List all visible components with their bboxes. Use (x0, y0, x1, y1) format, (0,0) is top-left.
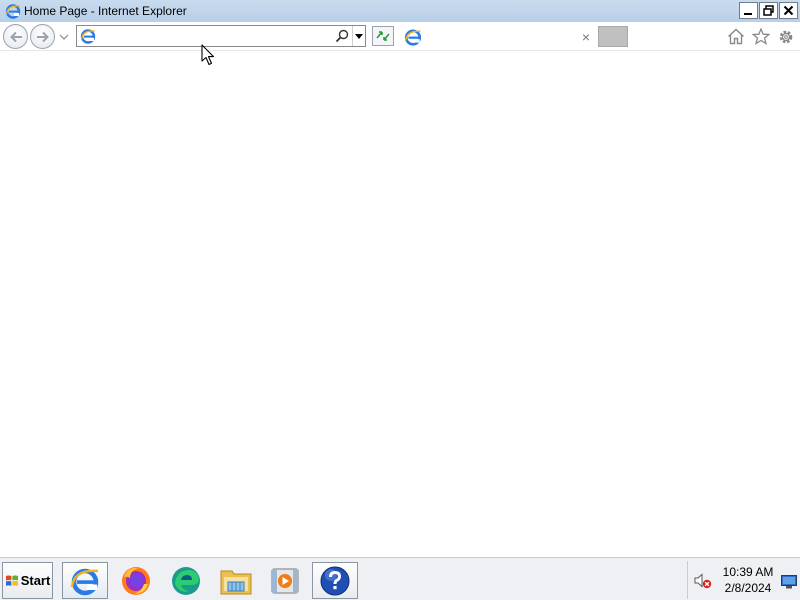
refresh-arrows-icon (376, 31, 390, 41)
ie-icon (5, 4, 21, 19)
taskbar-file-explorer[interactable] (213, 562, 259, 599)
media-player-icon (271, 568, 299, 593)
address-dropdown-button[interactable] (352, 26, 365, 46)
chevron-down-icon (355, 33, 363, 39)
taskbar-media-player[interactable] (262, 562, 308, 599)
compatibility-refresh-button[interactable] (372, 26, 394, 46)
window-title: Home Page - Internet Explorer (24, 4, 187, 18)
favorites-button[interactable] (751, 27, 770, 46)
close-button[interactable] (779, 2, 798, 19)
help-icon (320, 566, 350, 595)
address-input[interactable] (96, 27, 334, 45)
taskbar: Start 10:39 AM 2/8/2024 (0, 557, 800, 600)
clock-date: 2/8/2024 (724, 581, 772, 595)
restore-icon (763, 5, 774, 16)
home-button[interactable] (726, 27, 745, 46)
command-icons (726, 27, 795, 46)
new-tab-button[interactable] (598, 26, 628, 47)
firefox-icon (122, 566, 150, 595)
address-bar[interactable] (76, 25, 366, 47)
taskbar-internet-explorer[interactable] (62, 562, 108, 599)
star-icon (751, 28, 770, 45)
restore-button[interactable] (759, 2, 778, 19)
system-tray: 10:39 AM 2/8/2024 (687, 561, 797, 599)
taskbar-firefox[interactable] (113, 562, 159, 599)
navigation-toolbar: × (0, 22, 800, 51)
mouse-cursor-icon (201, 44, 215, 66)
tab-close-icon[interactable]: × (579, 30, 593, 44)
window-controls (739, 2, 798, 19)
internet-explorer-icon (70, 568, 99, 595)
volume-muted-icon[interactable] (694, 573, 712, 589)
folder-icon (220, 570, 252, 594)
search-icon[interactable] (334, 28, 350, 44)
ie-icon (404, 29, 422, 46)
clock[interactable]: 10:39 AM 2/8/2024 (716, 564, 780, 596)
close-icon (783, 5, 794, 16)
forward-button[interactable] (30, 24, 55, 49)
minimize-button[interactable] (739, 2, 758, 19)
back-button[interactable] (3, 24, 28, 49)
edge-icon (172, 566, 200, 595)
back-arrow-icon (9, 31, 22, 42)
start-label: Start (20, 573, 51, 588)
screen: Home Page - Internet Explorer × Start 10… (0, 0, 800, 600)
recent-pages-chevron-icon[interactable] (58, 32, 70, 42)
forward-arrow-icon (36, 31, 49, 42)
home-icon (727, 28, 744, 45)
start-button[interactable]: Start (2, 562, 53, 599)
show-desktop-icon[interactable] (781, 575, 797, 589)
taskbar-help[interactable] (312, 562, 358, 599)
page-content[interactable] (0, 52, 800, 557)
windows-logo-icon (5, 575, 18, 586)
ie-icon (80, 29, 96, 44)
title-bar[interactable]: Home Page - Internet Explorer (0, 0, 800, 22)
clock-time: 10:39 AM (722, 565, 774, 579)
minimize-icon (744, 13, 752, 15)
gear-icon (779, 30, 792, 43)
tab-home-page[interactable]: × (400, 24, 596, 50)
tools-button[interactable] (776, 27, 795, 46)
taskbar-edge[interactable] (163, 562, 209, 599)
